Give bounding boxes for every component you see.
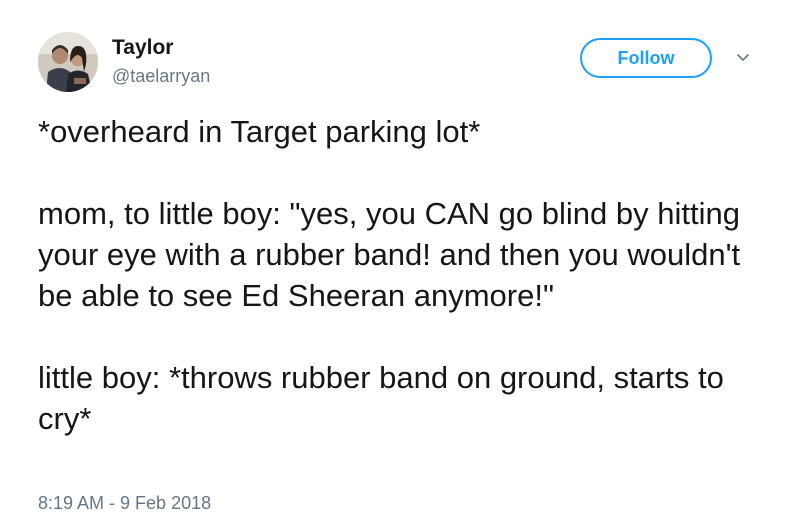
tweet-timestamp[interactable]: 8:19 AM - 9 Feb 2018: [38, 492, 211, 514]
author-handle[interactable]: @taelarryan: [112, 65, 210, 87]
tweet-card: Taylor @taelarryan Follow *overheard in …: [0, 0, 800, 528]
follow-button[interactable]: Follow: [580, 38, 712, 78]
author-avatar[interactable]: [38, 32, 98, 92]
chevron-down-icon: [737, 54, 749, 61]
more-options-button[interactable]: [733, 50, 753, 66]
avatar-photo-icon: [38, 32, 98, 92]
author-display-name[interactable]: Taylor: [112, 35, 173, 61]
tweet-text: *overheard in Target parking lot* mom, t…: [38, 114, 741, 436]
